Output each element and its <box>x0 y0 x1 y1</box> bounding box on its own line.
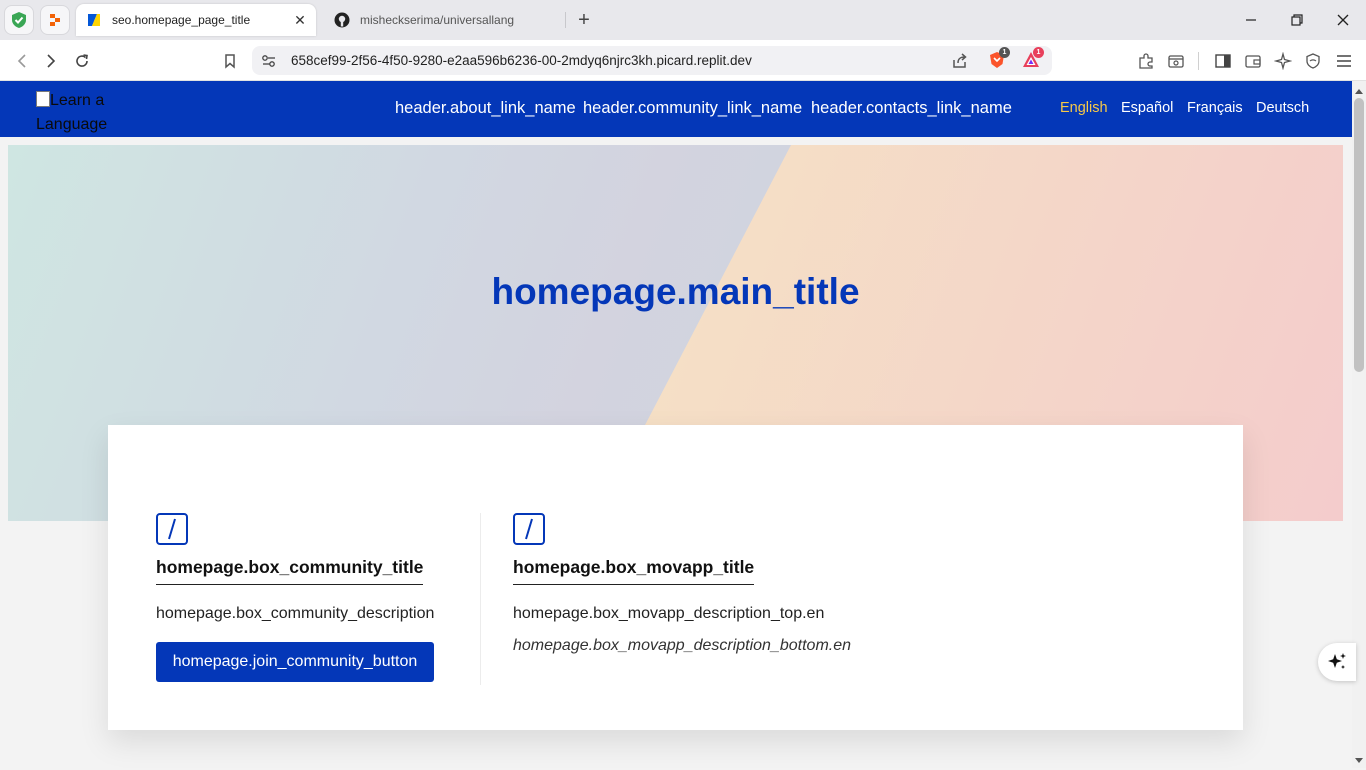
toolbar-separator <box>1198 52 1199 70</box>
movapp-box-icon <box>513 513 545 545</box>
movapp-description-bottom: homepage.box_movapp_description_bottom.e… <box>513 637 852 654</box>
shield-extension-icon[interactable] <box>4 5 34 35</box>
brave-rewards-badge: 1 <box>1033 47 1044 58</box>
info-card: homepage.box_community_title homepage.bo… <box>108 425 1243 730</box>
tab-close-icon[interactable]: ✕ <box>290 10 310 30</box>
tab-github[interactable]: misheckserima/universallang <box>324 4 564 36</box>
nav-about-link[interactable]: header.about_link_name <box>395 99 576 118</box>
extensions-puzzle-icon[interactable] <box>1133 48 1159 74</box>
minimize-icon[interactable] <box>1228 0 1274 40</box>
language-english[interactable]: English <box>1060 100 1108 116</box>
site-logo-broken-image[interactable]: Learn a Language <box>36 89 126 137</box>
replit-pinned-tab-icon[interactable] <box>40 5 70 35</box>
community-box-title: homepage.box_community_title <box>156 557 424 585</box>
address-bar[interactable]: 658cef99-2f56-4f50-9280-e2aa596b6236-00-… <box>252 46 1052 75</box>
github-icon <box>334 12 350 28</box>
nav-community-link[interactable]: header.community_link_name <box>583 99 802 118</box>
site-settings-icon[interactable] <box>260 52 278 70</box>
brave-shields-icon[interactable]: 1 <box>987 47 1010 70</box>
wallet-icon[interactable] <box>1240 48 1266 74</box>
movapp-box-title: homepage.box_movapp_title <box>513 557 755 585</box>
url-text[interactable]: 658cef99-2f56-4f50-9280-e2aa596b6236-00-… <box>291 53 752 68</box>
browser-toolbar: 658cef99-2f56-4f50-9280-e2aa596b6236-00-… <box>0 40 1366 81</box>
tab-active[interactable]: seo.homepage_page_title ✕ <box>76 4 316 36</box>
tab-separator <box>565 12 566 28</box>
nav-contacts-link[interactable]: header.contacts_link_name <box>811 99 1012 118</box>
scroll-up-arrow-icon[interactable] <box>1354 84 1364 94</box>
hero-title: homepage.main_title <box>491 271 860 312</box>
restore-icon[interactable] <box>1274 0 1320 40</box>
movapp-description-top: homepage.box_movapp_description_top.en <box>513 605 825 622</box>
broken-image-icon <box>36 91 50 107</box>
browser-tab-strip: seo.homepage_page_title ✕ misheckserima/… <box>0 0 1366 40</box>
close-window-icon[interactable] <box>1320 0 1366 40</box>
menu-hamburger-icon[interactable] <box>1331 48 1357 74</box>
language-french[interactable]: Français <box>1187 100 1243 116</box>
sidebar-toggle-icon[interactable] <box>1210 48 1236 74</box>
box-divider <box>480 513 481 685</box>
tab-title: seo.homepage_page_title <box>112 13 251 27</box>
language-spanish[interactable]: Español <box>1121 100 1173 116</box>
forward-arrow-icon[interactable] <box>38 48 64 74</box>
reader-mode-icon[interactable] <box>1163 48 1189 74</box>
brave-shields-badge: 1 <box>999 47 1010 58</box>
new-tab-plus-icon[interactable]: + <box>572 8 596 32</box>
site-header: Learn a Language header.about_link_name … <box>0 81 1352 137</box>
brave-rewards-icon[interactable]: 1 <box>1021 47 1044 70</box>
share-icon[interactable] <box>950 51 970 71</box>
page-scrollbar-thumb[interactable] <box>1354 98 1364 372</box>
bookmark-icon[interactable] <box>217 48 243 74</box>
site-favicon-icon <box>88 14 100 26</box>
reload-icon[interactable] <box>69 48 95 74</box>
language-german[interactable]: Deutsch <box>1256 100 1309 116</box>
vpn-shield-icon[interactable] <box>1300 48 1326 74</box>
join-community-button[interactable]: homepage.join_community_button <box>156 642 434 682</box>
leo-ai-icon[interactable] <box>1270 48 1296 74</box>
tab-title: misheckserima/universallang <box>360 13 515 27</box>
community-box-description: homepage.box_community_description <box>156 605 435 622</box>
scroll-down-arrow-icon[interactable] <box>1354 752 1364 763</box>
back-arrow-icon[interactable] <box>9 48 35 74</box>
ai-assistant-sparkle-icon[interactable] <box>1318 643 1356 681</box>
community-box-icon <box>156 513 188 545</box>
